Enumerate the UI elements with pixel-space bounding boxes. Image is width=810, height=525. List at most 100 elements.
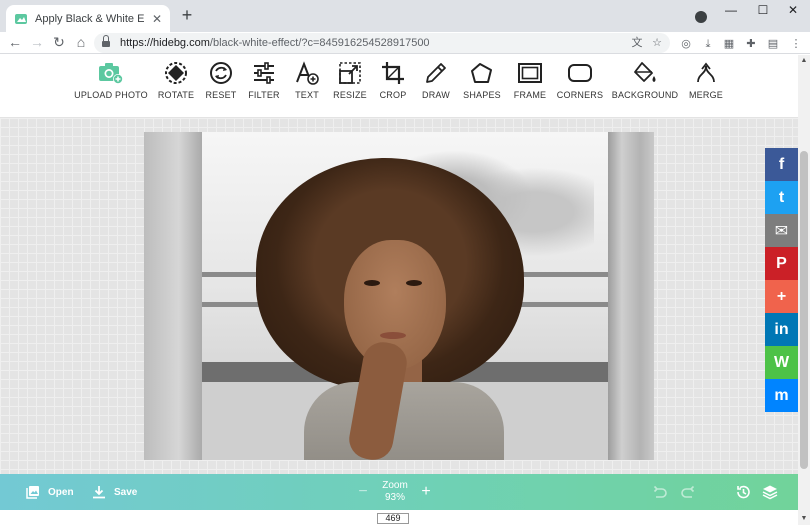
photo-eye (364, 280, 380, 286)
open-button[interactable]: Open (26, 474, 74, 510)
tool-label: FILTER (248, 90, 280, 100)
tool-label: RESIZE (333, 90, 367, 100)
translate-icon[interactable]: 文 (630, 36, 644, 50)
tool-resize[interactable]: RESIZE (333, 55, 367, 118)
resize-icon (339, 62, 361, 84)
tool-label: DRAW (422, 90, 450, 100)
scroll-up-icon[interactable]: ▲ (798, 55, 810, 67)
redo-icon[interactable] (680, 484, 696, 500)
zoom-label: Zoom (382, 480, 408, 491)
tool-corners[interactable]: CORNERS (556, 55, 604, 118)
layers-icon[interactable] (762, 484, 778, 500)
editor-canvas[interactable] (0, 118, 798, 474)
share-twitter-button[interactable]: t (765, 181, 798, 214)
plus-icon: + (776, 287, 787, 305)
pentagon-icon (471, 63, 492, 83)
linkedin-icon: in (774, 320, 789, 338)
tool-label: BACKGROUND (611, 90, 679, 100)
zoom-out-icon[interactable]: − (355, 484, 371, 500)
pencil-icon (426, 63, 446, 83)
tool-shapes[interactable]: SHAPES (462, 55, 502, 118)
rounded-rect-icon (568, 64, 592, 82)
photo-shirt (304, 382, 504, 460)
image-open-icon (26, 486, 39, 499)
sliders-icon (254, 62, 274, 84)
browser-menu-icon[interactable]: ⋮ (789, 37, 803, 51)
browser-tab-strip: Apply Black & White Effect Onl ✕ + — ☐ ✕ (0, 0, 810, 32)
rotate-icon (165, 62, 187, 84)
forward-icon[interactable]: → (28, 33, 46, 51)
share-whatsapp-button[interactable]: W (765, 346, 798, 379)
tool-label: ROTATE (157, 90, 195, 100)
tool-label: CROP (379, 90, 407, 100)
tool-label: MERGE (688, 90, 723, 100)
lock-icon (102, 34, 110, 48)
extension-icon[interactable]: ◎ (679, 37, 693, 51)
share-more-button[interactable]: + (765, 280, 798, 313)
photo-wall-left (144, 132, 202, 460)
tool-label: FRAME (513, 90, 547, 100)
tool-draw[interactable]: DRAW (419, 55, 453, 118)
tool-label: TEXT (295, 90, 319, 100)
tool-filter[interactable]: FILTER (247, 55, 281, 118)
crop-icon (382, 62, 404, 84)
share-pinterest-button[interactable]: P (765, 247, 798, 280)
scroll-thumb[interactable] (800, 151, 808, 469)
tool-rotate[interactable]: ROTATE (156, 55, 196, 118)
tool-reset[interactable]: RESET (204, 55, 238, 118)
photo-lips (380, 332, 406, 339)
edited-photo[interactable] (144, 132, 654, 460)
whatsapp-icon: W (773, 353, 790, 371)
share-linkedin-button[interactable]: in (765, 313, 798, 346)
tool-label: SHAPES (463, 90, 501, 100)
twitter-icon: t (778, 188, 785, 206)
merge-icon (697, 62, 715, 83)
site-favicon-icon (15, 13, 27, 24)
tool-crop[interactable]: CROP (376, 55, 410, 118)
undo-icon[interactable] (652, 484, 668, 500)
qr-extension-icon[interactable]: ▦ (722, 37, 736, 51)
browser-tab[interactable]: Apply Black & White Effect Onl ✕ (6, 5, 170, 32)
profile-icon[interactable] (695, 11, 707, 23)
home-icon[interactable]: ⌂ (72, 33, 90, 51)
facebook-icon: f (778, 155, 785, 173)
share-messenger-button[interactable]: m (765, 379, 798, 412)
scroll-down-icon[interactable]: ▼ (798, 513, 810, 525)
bookmark-star-icon[interactable]: ☆ (650, 36, 664, 50)
zoom-in-icon[interactable]: + (418, 484, 434, 500)
window-close-icon[interactable]: ✕ (778, 3, 808, 17)
share-facebook-button[interactable]: f (765, 148, 798, 181)
address-bar[interactable]: https://hidebg.com/black-white-effect/?c… (94, 33, 670, 53)
maximize-icon[interactable]: ☐ (748, 3, 778, 17)
paint-bucket-icon (634, 62, 656, 82)
zoom-value: 93% (384, 492, 405, 503)
tool-label: RESET (205, 90, 237, 100)
tool-frame[interactable]: FRAME (511, 55, 549, 118)
open-label: Open (48, 486, 74, 498)
tab-close-icon[interactable]: ✕ (150, 12, 164, 26)
app-extension-icon[interactable]: ▤ (766, 37, 780, 51)
editor-bottom-bar: Open Save − Zoom 93% + (0, 474, 798, 510)
puzzle-extensions-icon[interactable]: ✚ (744, 37, 758, 51)
back-icon[interactable]: ← (6, 33, 24, 51)
save-label: Save (114, 486, 138, 498)
page-scrollbar[interactable]: ▲ ▼ (798, 55, 810, 525)
share-email-button[interactable]: ✉ (765, 214, 798, 247)
download-icon[interactable]: ⤓ (701, 37, 715, 51)
editor-toolbar: UPLOAD PHOTO ROTATE RESET FILTER TEXT RE… (0, 55, 798, 118)
minimize-icon[interactable]: — (716, 3, 746, 17)
new-tab-icon[interactable]: + (177, 6, 197, 26)
frame-icon (518, 63, 542, 83)
save-button[interactable]: Save (92, 474, 137, 510)
tool-upload-photo[interactable]: UPLOAD PHOTO (74, 55, 148, 118)
tool-text[interactable]: TEXT (290, 55, 324, 118)
tool-label: CORNERS (556, 90, 604, 100)
tool-merge[interactable]: MERGE (686, 55, 726, 118)
tool-background[interactable]: BACKGROUND (611, 55, 679, 118)
email-icon: ✉ (774, 222, 789, 240)
history-icon[interactable] (735, 484, 751, 500)
camera-plus-icon (99, 63, 123, 84)
reset-icon (210, 62, 232, 84)
reload-icon[interactable]: ↻ (50, 33, 68, 51)
url-path: /black-white-effect/?c=84591625452891750… (209, 37, 430, 49)
